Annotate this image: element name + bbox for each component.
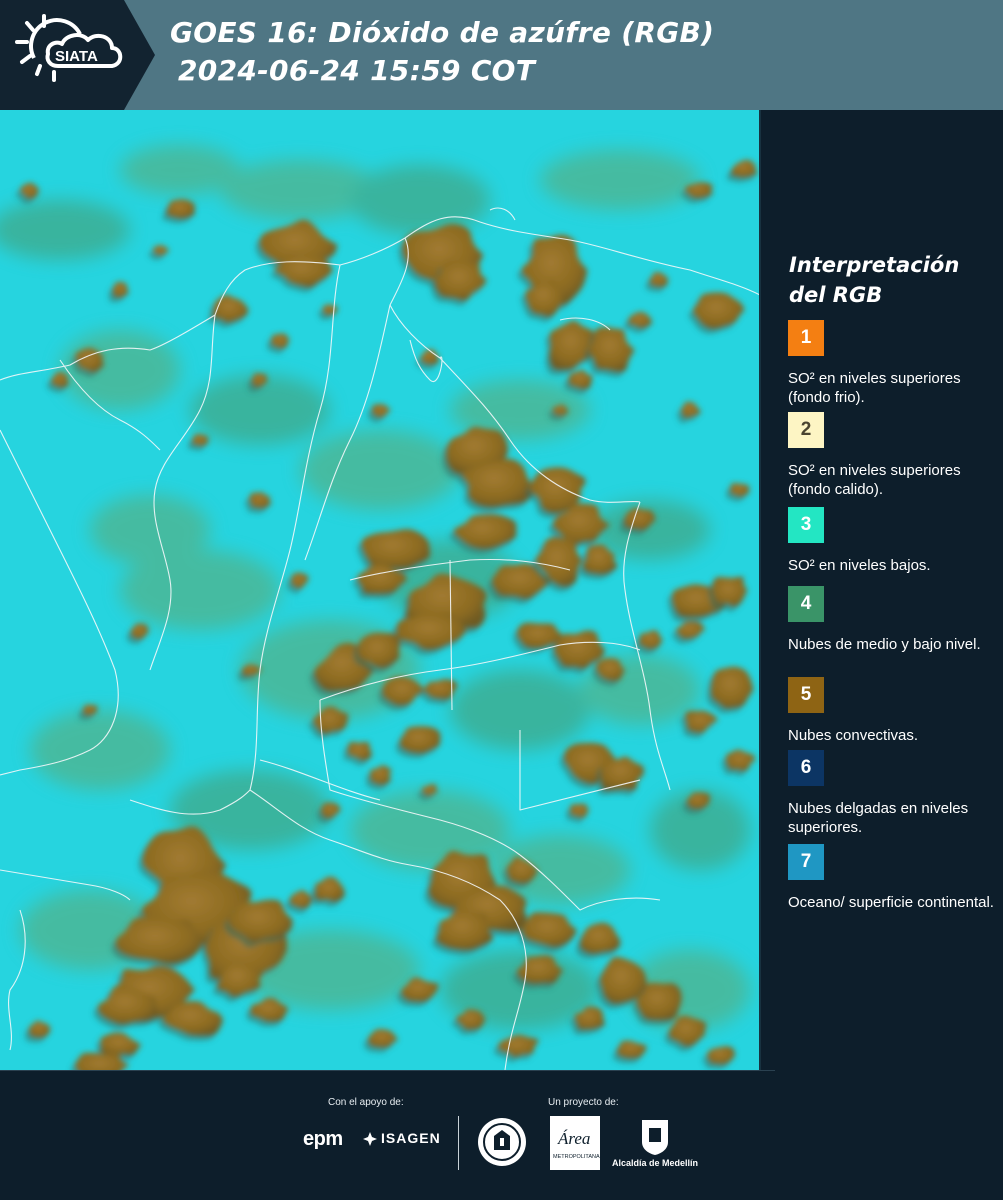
footer-divider <box>0 1070 775 1071</box>
title-line-2: 2024-06-24 15:59 COT <box>178 54 536 87</box>
legend-swatch-1: 1 <box>788 320 824 356</box>
legend-item-2: 2 SO² en niveles superiores (fondo calido… <box>788 412 1000 499</box>
page-title: GOES 16: Dióxido de azúfre (RGB) 2024-06… <box>170 14 714 90</box>
vegetation-haze <box>30 710 170 790</box>
legend-item-1: 1 SO² en niveles superiores (fondo frio). <box>788 320 1000 407</box>
footer-logo-divider <box>458 1116 459 1170</box>
siata-logo[interactable]: SIATA <box>0 0 155 110</box>
isagen-logo-text: ISAGEN <box>381 1130 441 1146</box>
legend-label-5: Nubes convectivas. <box>788 727 919 744</box>
header-bar: SIATA GOES 16: Dióxido de azúfre (RGB) 2… <box>0 0 1003 110</box>
siata-logo-text: SIATA <box>55 48 98 65</box>
vegetation-haze <box>90 495 210 565</box>
vegetation-haze <box>350 165 490 235</box>
convective-cloud <box>166 199 196 219</box>
isagen-mark-icon <box>363 1132 377 1147</box>
epm-logo[interactable]: epm <box>303 1128 343 1151</box>
legend-label-2: SO² en niveles superiores (fondo calido)… <box>788 462 961 498</box>
legend-item-6: 6 Nubes delgadas en niveles superiores. <box>788 750 1000 837</box>
satellite-map[interactable] <box>0 110 760 1070</box>
footer: Con el apoyo de: Un proyecto de: epm ISA… <box>0 1070 1003 1200</box>
legend-item-5: 5 Nubes convectivas. <box>788 677 1000 745</box>
legend-swatch-2: 2 <box>788 412 824 448</box>
legend-item-7: 7 Oceano/ superficie continental. <box>788 844 1000 912</box>
legend-panel: Interpretación del RGB 1 SO² en niveles s… <box>761 110 1003 1070</box>
svg-text:METROPOLITANA: METROPOLITANA <box>553 1154 600 1160</box>
legend-swatch-7: 7 <box>788 844 824 880</box>
legend-item-3: 3 SO² en niveles bajos. <box>788 507 1000 575</box>
legend-title: Interpretación del RGB <box>789 253 960 307</box>
legend-label-7: Oceano/ superficie continental. <box>788 894 994 911</box>
legend-label-1: SO² en niveles superiores (fondo frio). <box>788 370 961 406</box>
project-label: Un proyecto de: <box>548 1097 619 1108</box>
svg-text:Área: Área <box>557 1129 590 1148</box>
legend-item-4: 4 Nubes de medio y bajo nivel. <box>788 586 1000 654</box>
legend-label-4: Nubes de medio y bajo nivel. <box>788 636 981 653</box>
vegetation-haze <box>540 150 700 210</box>
legend-swatch-3: 3 <box>788 507 824 543</box>
alcaldia-text[interactable]: Alcaldía de Medellín <box>612 1158 698 1168</box>
alcaldia-shield-icon[interactable] <box>640 1118 670 1156</box>
support-label: Con el apoyo de: <box>328 1097 404 1108</box>
medellin-seal-icon[interactable] <box>476 1116 528 1168</box>
title-line-1: GOES 16: Dióxido de azúfre (RGB) <box>170 16 715 49</box>
vegetation-haze <box>300 430 460 510</box>
area-metropolitana-logo[interactable]: Área METROPOLITANA <box>550 1116 600 1170</box>
legend-swatch-4: 4 <box>788 586 824 622</box>
legend-swatch-5: 5 <box>788 677 824 713</box>
legend-swatch-6: 6 <box>788 750 824 786</box>
legend-label-3: SO² en niveles bajos. <box>788 557 931 574</box>
legend-label-6: Nubes delgadas en niveles superiores. <box>788 800 969 836</box>
isagen-logo[interactable]: ISAGEN <box>362 1130 441 1147</box>
